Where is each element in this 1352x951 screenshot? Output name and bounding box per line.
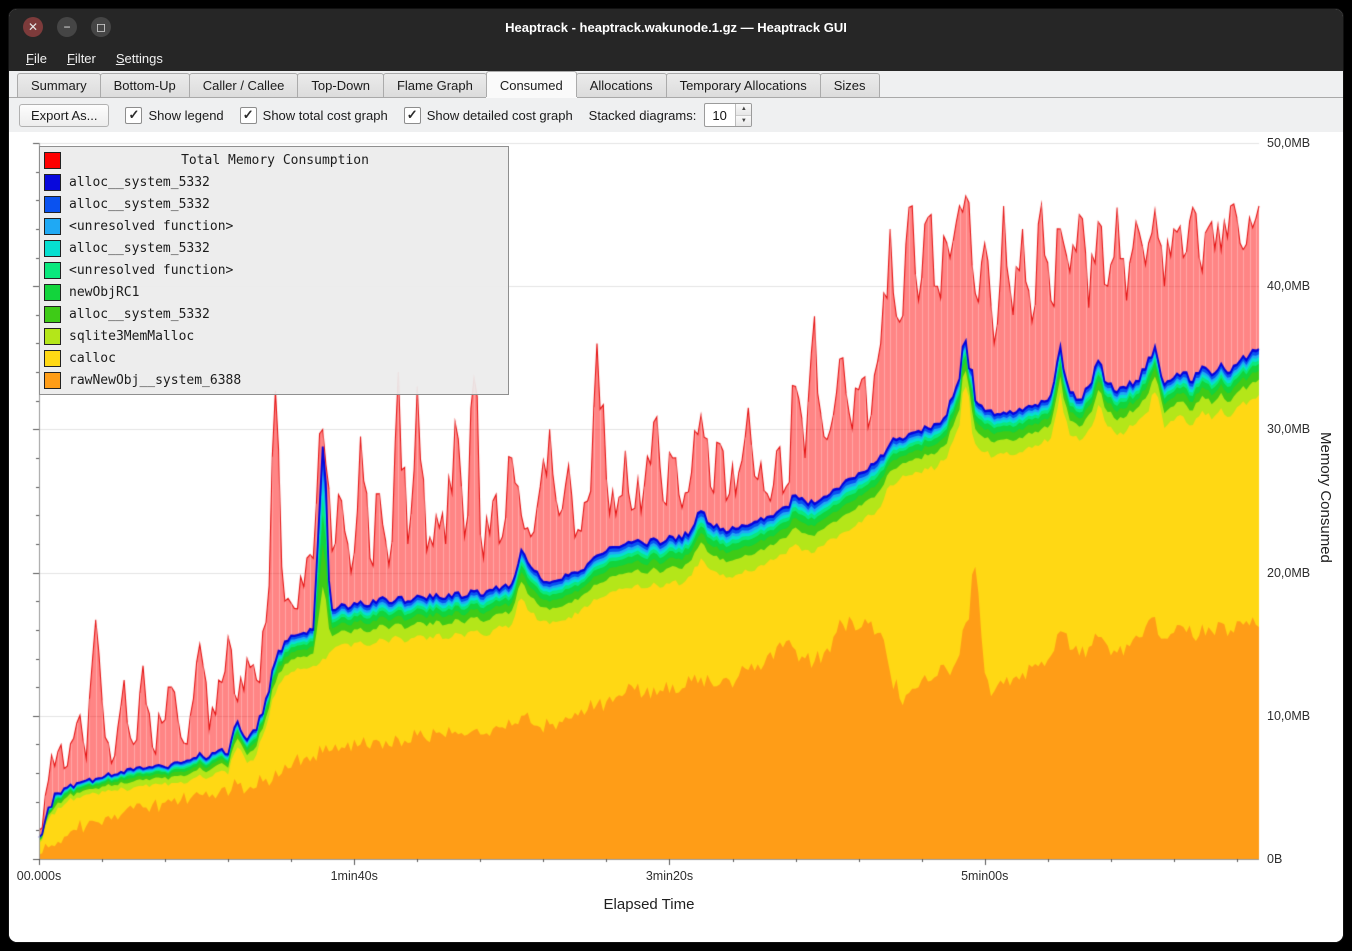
spinbox-buttons: ▲ ▼: [735, 104, 751, 126]
menu-item-settings[interactable]: Settings: [107, 47, 172, 70]
tab-allocations[interactable]: Allocations: [576, 73, 667, 97]
spinbox-value[interactable]: 10: [705, 104, 735, 126]
x-axis-tick-label: 1min40s: [331, 869, 378, 883]
tab-top-down[interactable]: Top-Down: [297, 73, 384, 97]
spin-down-button[interactable]: ▼: [736, 116, 751, 127]
legend-label: alloc__system_5332: [69, 197, 210, 212]
y-axis-tick-label: 10,0MB: [1267, 708, 1310, 724]
checkbox-show-total-cost-graph[interactable]: ✓ Show total cost graph: [240, 107, 388, 124]
legend-label: alloc__system_5332: [69, 307, 210, 322]
close-button[interactable]: ✕: [23, 17, 43, 37]
checkbox-label: Show detailed cost graph: [427, 108, 573, 123]
tab-caller-callee[interactable]: Caller / Callee: [189, 73, 299, 97]
maximize-button[interactable]: ◻: [91, 17, 111, 37]
legend-swatch: [44, 174, 61, 191]
legend-title-swatch: [44, 152, 61, 169]
window-controls: ✕ − ◻: [9, 17, 111, 37]
legend-item: newObjRC1: [40, 281, 508, 303]
app-window: ✕ − ◻ Heaptrack - heaptrack.wakunode.1.g…: [8, 8, 1344, 943]
legend-title: Total Memory Consumption: [69, 153, 481, 168]
checkbox-box: ✓: [240, 107, 257, 124]
window-title: Heaptrack - heaptrack.wakunode.1.gz — He…: [9, 20, 1343, 35]
legend-swatch: [44, 350, 61, 367]
menu-item-file[interactable]: File: [17, 47, 56, 70]
legend-item: <unresolved function>: [40, 259, 508, 281]
y-axis-tick-label: 20,0MB: [1267, 565, 1310, 581]
check-icon: ✓: [243, 108, 254, 121]
legend-label: rawNewObj__system_6388: [69, 373, 241, 388]
checkbox-label: Show total cost graph: [263, 108, 388, 123]
legend-item: alloc__system_5332: [40, 303, 508, 325]
checkbox-box: ✓: [404, 107, 421, 124]
minimize-button[interactable]: −: [57, 17, 77, 37]
legend-label: <unresolved function>: [69, 219, 233, 234]
maximize-icon: ◻: [96, 21, 106, 33]
chevron-down-icon: ▼: [741, 118, 747, 124]
checkbox-show-legend[interactable]: ✓ Show legend: [125, 107, 223, 124]
spin-up-button[interactable]: ▲: [736, 104, 751, 116]
stacked-diagrams-spinbox[interactable]: 10 ▲ ▼: [704, 103, 752, 127]
legend-label: newObjRC1: [69, 285, 139, 300]
tab-bottom-up[interactable]: Bottom-Up: [100, 73, 190, 97]
tab-temporary-allocations[interactable]: Temporary Allocations: [666, 73, 821, 97]
checkbox-label: Show legend: [148, 108, 223, 123]
y-axis-tick-label: 40,0MB: [1267, 278, 1310, 294]
legend-items: alloc__system_5332 alloc__system_5332 <unr…: [40, 171, 508, 391]
checkbox-box: ✓: [125, 107, 142, 124]
legend-item: <unresolved function>: [40, 215, 508, 237]
legend-item: alloc__system_5332: [40, 237, 508, 259]
chevron-up-icon: ▲: [741, 106, 747, 112]
titlebar[interactable]: ✕ − ◻ Heaptrack - heaptrack.wakunode.1.g…: [9, 9, 1343, 45]
legend-title-row: Total Memory Consumption: [40, 149, 508, 171]
tab-flame-graph[interactable]: Flame Graph: [383, 73, 487, 97]
tab-consumed[interactable]: Consumed: [486, 71, 577, 97]
legend-item: alloc__system_5332: [40, 171, 508, 193]
legend-swatch: [44, 240, 61, 257]
legend-swatch: [44, 372, 61, 389]
chart-area: Total Memory Consumption alloc__system_5…: [9, 132, 1343, 942]
legend: Total Memory Consumption alloc__system_5…: [39, 146, 509, 395]
x-axis-tick-label: 5min00s: [961, 869, 1008, 883]
menu-item-filter[interactable]: Filter: [58, 47, 105, 70]
tab-sizes[interactable]: Sizes: [820, 73, 880, 97]
legend-item: calloc: [40, 347, 508, 369]
stacked-diagrams-label: Stacked diagrams:: [589, 108, 697, 123]
legend-swatch: [44, 306, 61, 323]
minimize-icon: −: [63, 21, 70, 33]
legend-swatch: [44, 262, 61, 279]
legend-swatch: [44, 284, 61, 301]
y-axis-tick-label: 30,0MB: [1267, 421, 1310, 437]
check-icon: ✓: [407, 108, 418, 121]
legend-label: <unresolved function>: [69, 263, 233, 278]
tab-bar: Summary Bottom-Up Caller / Callee Top-Do…: [9, 71, 1343, 98]
legend-item: rawNewObj__system_6388: [40, 369, 508, 391]
close-icon: ✕: [28, 21, 38, 33]
legend-swatch: [44, 328, 61, 345]
menubar: File Filter Settings: [9, 45, 1343, 71]
check-icon: ✓: [129, 108, 140, 121]
y-axis-title: Memory Consumed: [1317, 432, 1334, 563]
stacked-diagrams-control: Stacked diagrams: 10 ▲ ▼: [589, 103, 753, 127]
checkbox-show-detailed-cost-graph[interactable]: ✓ Show detailed cost graph: [404, 107, 573, 124]
legend-item: alloc__system_5332: [40, 193, 508, 215]
x-axis-title: Elapsed Time: [604, 896, 695, 913]
legend-label: sqlite3MemMalloc: [69, 329, 194, 344]
y-axis-tick-label: 50,0MB: [1267, 135, 1310, 151]
legend-item: sqlite3MemMalloc: [40, 325, 508, 347]
x-axis-tick-label: 00.000s: [17, 869, 61, 883]
legend-label: calloc: [69, 351, 116, 366]
tab-summary[interactable]: Summary: [17, 73, 101, 97]
y-axis-tick-label: 0B: [1267, 851, 1282, 867]
legend-swatch: [44, 196, 61, 213]
legend-label: alloc__system_5332: [69, 241, 210, 256]
legend-label: alloc__system_5332: [69, 175, 210, 190]
export-as-button[interactable]: Export As...: [19, 104, 109, 127]
toolbar: Export As... ✓ Show legend ✓ Show total …: [9, 98, 1343, 132]
legend-swatch: [44, 218, 61, 235]
x-axis-tick-label: 3min20s: [646, 869, 693, 883]
